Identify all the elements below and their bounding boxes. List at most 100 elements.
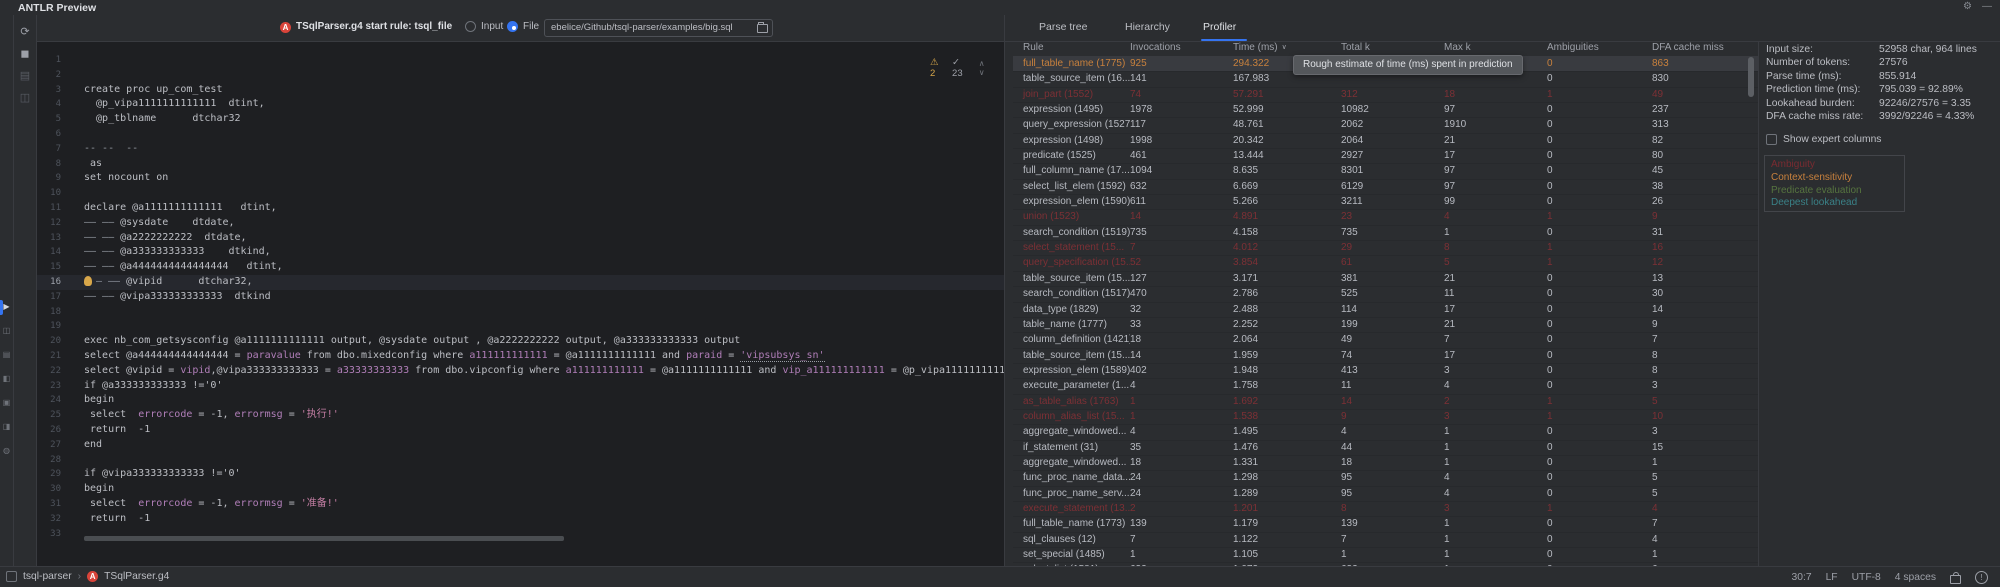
file-radio[interactable]: File [507, 21, 539, 32]
profiler-row[interactable]: aggregate_windowed...181.33118101 [1013, 456, 1758, 471]
profiler-row[interactable]: select_list_elem (1592)6326.669612997038 [1013, 180, 1758, 195]
profiler-row[interactable]: if_statement (31)351.476441015 [1013, 441, 1758, 456]
code-line[interactable]: 5 @p_tblname dtchar32 [37, 112, 1004, 127]
profiler-row[interactable]: expression_elem (1590)6115.266321199026 [1013, 195, 1758, 210]
code-line[interactable]: 28 [37, 453, 1004, 468]
tool-stripe-icon[interactable]: ▶ [0, 302, 13, 311]
code-line[interactable]: 13—— —— @a2222222222 dtdate, [37, 231, 1004, 246]
profiler-row[interactable]: join_part (1552)7457.29131218149 [1013, 88, 1758, 103]
profiler-row[interactable]: func_proc_name_serv...241.28995405 [1013, 487, 1758, 502]
profiler-row[interactable]: column_definition (1421)182.06449707 [1013, 333, 1758, 348]
breadcrumb-file[interactable]: TSqlParser.g4 [104, 571, 169, 582]
profiler-row[interactable]: execute_statement (13...21.2018314 [1013, 502, 1758, 517]
code-line[interactable]: 8 as [37, 157, 1004, 172]
code-line[interactable]: 10 [37, 186, 1004, 201]
code-line[interactable]: 3create proc up_com_test [37, 83, 1004, 98]
input-radio[interactable]: Input [465, 21, 503, 32]
checkbox-icon[interactable] [1766, 134, 1777, 145]
table-scrollbar[interactable] [1748, 57, 1754, 97]
code-line[interactable]: 12—— —— @sysdate dtdate, [37, 216, 1004, 231]
profiler-row[interactable]: full_column_name (17...10948.63583019704… [1013, 164, 1758, 179]
profiler-row[interactable]: expression_elem (1589)4021.948413308 [1013, 364, 1758, 379]
indent-setting[interactable]: 4 spaces [1895, 572, 1936, 583]
profiler-row[interactable]: func_proc_name_data...241.29895405 [1013, 471, 1758, 486]
profiler-row[interactable]: query_specification (15...523.854615112 [1013, 256, 1758, 271]
code-line[interactable]: 15—— —— @a4444444444444444 dtint, [37, 260, 1004, 275]
code-line[interactable]: 31 select errorcode = -1, errormsg = '准备… [37, 497, 1004, 512]
tool-stripe-icon[interactable]: ◍ [0, 446, 13, 455]
profiler-row[interactable]: execute_parameter (1...41.75811403 [1013, 379, 1758, 394]
profiler-row[interactable]: expression (1495)197852.99910982970237 [1013, 103, 1758, 118]
test-file-path-field[interactable]: ebelice/Github/tsql-parser/examples/big.… [544, 19, 773, 37]
profiler-row[interactable]: as_table_alias (1763)11.69214215 [1013, 395, 1758, 410]
profiler-row[interactable]: aggregate_windowed...41.4954103 [1013, 425, 1758, 440]
code-line[interactable]: 22select @vipid = vipid,@vipa33333333333… [37, 364, 1004, 379]
tool-stripe-icon[interactable]: ◨ [0, 422, 13, 431]
column-header[interactable]: Total k [1341, 42, 1444, 56]
profiler-row[interactable]: table_source_item (15...141.959741708 [1013, 349, 1758, 364]
radio-selected-icon[interactable] [507, 21, 518, 32]
tab-parse-tree[interactable]: Parse tree [1039, 21, 1087, 33]
unlock-icon[interactable] [1950, 575, 1961, 584]
notifications-icon[interactable]: ! [1975, 571, 1988, 584]
code-line[interactable]: 6 [37, 127, 1004, 142]
profiler-row[interactable]: table_source_item (15...1273.17138121013 [1013, 272, 1758, 287]
tool-stripe-icon[interactable]: ◫ [0, 326, 13, 335]
breadcrumb-project[interactable]: tsql-parser [23, 571, 72, 582]
profiler-row[interactable]: full_table_name (1773)1391.179139107 [1013, 517, 1758, 532]
code-line[interactable]: 16— —— @vipid dtchar32, [37, 275, 1004, 290]
code-line[interactable]: 23if @a333333333333 !='0' [37, 379, 1004, 394]
radio-icon[interactable] [465, 21, 476, 32]
code-line[interactable]: 11declare @a1111111111111 dtint, [37, 201, 1004, 216]
code-line[interactable]: 7-- -- -- [37, 142, 1004, 157]
refresh-icon[interactable]: ⟳ [14, 25, 36, 38]
tool-stripe-icon[interactable]: ◧ [0, 374, 13, 383]
code-line[interactable]: 2 [37, 68, 1004, 83]
file-encoding[interactable]: UTF-8 [1852, 572, 1881, 583]
column-header[interactable]: Invocations [1130, 42, 1233, 56]
code-line[interactable]: 29if @vipa333333333333 !='0' [37, 467, 1004, 482]
profiler-row[interactable]: query_expression (1527)11748.76120621910… [1013, 118, 1758, 133]
line-separator[interactable]: LF [1826, 572, 1838, 583]
code-editor[interactable]: 123create proc up_com_test4 @p_vipa11111… [37, 42, 1004, 566]
hide-icon[interactable]: — [1982, 1, 1992, 12]
code-line[interactable]: 25 select errorcode = -1, errormsg = '执行… [37, 408, 1004, 423]
column-header[interactable]: Max k [1444, 42, 1547, 56]
show-expert-columns-checkbox[interactable]: Show expert columns [1766, 134, 1881, 145]
prev-next-chevrons[interactable]: ∧ ∨ [979, 59, 1004, 77]
profiler-row[interactable]: union (1523)144.89123419 [1013, 210, 1758, 225]
profiler-row[interactable]: select_statement (15...74.012298116 [1013, 241, 1758, 256]
code-line[interactable]: 17—— —— @vipa333333333333 dtkind [37, 290, 1004, 305]
column-header[interactable]: DFA cache miss [1652, 42, 1758, 56]
tool-stripe-icon[interactable]: ▣ [0, 398, 13, 407]
code-line[interactable]: 19 [37, 319, 1004, 334]
profiler-row[interactable]: predicate (1525)46113.444292717080 [1013, 149, 1758, 164]
code-line[interactable]: 27end [37, 438, 1004, 453]
breadcrumb[interactable]: tsql-parser › A TSqlParser.g4 [6, 571, 169, 582]
column-header[interactable]: Rule [1013, 42, 1130, 56]
horizontal-scrollbar[interactable] [84, 536, 564, 541]
tab-hierarchy[interactable]: Hierarchy [1125, 21, 1170, 33]
toolbar-icon[interactable]: ◫ [14, 91, 36, 104]
code-line[interactable]: 24begin [37, 393, 1004, 408]
profiler-row[interactable]: search_condition (1519)7354.1587351031 [1013, 226, 1758, 241]
code-line[interactable]: 18 [37, 305, 1004, 320]
code-line[interactable]: 32 return -1 [37, 512, 1004, 527]
profiler-row[interactable]: search_condition (1517)4702.78652511030 [1013, 287, 1758, 302]
code-line[interactable]: 21select @a444444444444444 = paravalue f… [37, 349, 1004, 364]
tab-profiler[interactable]: Profiler [1203, 21, 1236, 33]
folder-icon[interactable] [757, 24, 768, 33]
code-line[interactable]: 1 [37, 53, 1004, 68]
code-line[interactable]: 9set nocount on [37, 171, 1004, 186]
intention-bulb-icon[interactable] [84, 276, 92, 286]
profiler-row[interactable]: set_special (1485)11.1051101 [1013, 548, 1758, 563]
inspections-widget[interactable]: ⚠ 2 ✓ 23 ∧ ∨ [930, 57, 1004, 79]
code-line[interactable]: 14—— —— @a333333333333 dtkind, [37, 245, 1004, 260]
profiler-row[interactable]: column_alias_list (15...11.53893110 [1013, 410, 1758, 425]
column-header[interactable]: Time (ms)∨ [1233, 42, 1341, 56]
column-header[interactable]: Ambiguities [1547, 42, 1652, 56]
profiler-row[interactable]: table_name (1777)332.2521992109 [1013, 318, 1758, 333]
tool-stripe-icon[interactable]: ▤ [0, 350, 13, 359]
code-line[interactable]: 30begin [37, 482, 1004, 497]
profiler-row[interactable]: expression (1498)199820.342206421082 [1013, 134, 1758, 149]
